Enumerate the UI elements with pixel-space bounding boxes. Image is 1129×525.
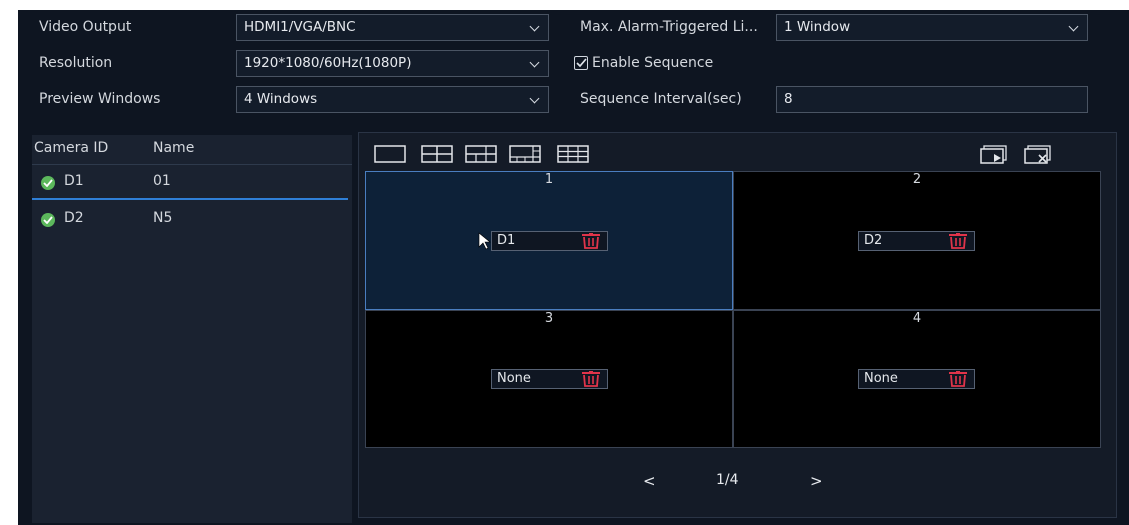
camera-id: D2 <box>64 210 84 226</box>
trash-icon[interactable] <box>948 371 968 387</box>
max-alarm-select[interactable]: 1 Window <box>776 14 1088 41</box>
channel-value: D2 <box>864 233 883 248</box>
sequence-interval-input[interactable]: 8 <box>776 86 1088 113</box>
preview-windows-value: 4 Windows <box>244 91 318 107</box>
channel-value: D1 <box>497 233 516 248</box>
max-alarm-label: Max. Alarm-Triggered Li... <box>580 19 758 35</box>
camera-name: 01 <box>153 173 171 189</box>
preview-window-3[interactable]: 3 None <box>365 310 733 448</box>
video-output-select[interactable]: HDMI1/VGA/BNC <box>236 14 549 41</box>
channel-selector[interactable]: D2 <box>858 231 975 251</box>
camera-row-d1[interactable]: D1 01 <box>32 166 352 200</box>
channel-value: None <box>864 371 898 386</box>
trash-icon[interactable] <box>581 371 601 387</box>
online-status-icon <box>41 213 55 227</box>
preview-windows-select[interactable]: 4 Windows <box>236 86 549 113</box>
chevron-down-icon <box>529 57 540 68</box>
resolution-select[interactable]: 1920*1080/60Hz(1080P) <box>236 50 549 77</box>
camera-row-d2[interactable]: D2 N5 <box>32 201 352 235</box>
window-number: 3 <box>544 311 554 326</box>
max-alarm-value: 1 Window <box>784 19 851 35</box>
camera-list-header: Camera ID Name <box>32 135 352 165</box>
resolution-label: Resolution <box>39 55 113 71</box>
trash-icon[interactable] <box>581 233 601 249</box>
selected-row-indicator <box>32 198 348 200</box>
enable-sequence-label: Enable Sequence <box>592 55 714 71</box>
video-output-value: HDMI1/VGA/BNC <box>244 19 356 35</box>
channel-selector[interactable]: None <box>491 369 608 389</box>
camera-list: Camera ID Name D1 01 D2 N5 <box>32 135 352 523</box>
sequence-interval-label: Sequence Interval(sec) <box>580 91 742 107</box>
column-camera-id: Camera ID <box>34 140 109 156</box>
online-status-icon <box>41 176 55 190</box>
chevron-down-icon <box>1068 21 1079 32</box>
trash-icon[interactable] <box>948 233 968 249</box>
check-icon <box>576 58 587 68</box>
mouse-cursor-icon <box>478 232 491 250</box>
preview-settings-panel: Video Output HDMI1/VGA/BNC Max. Alarm-Tr… <box>18 10 1129 525</box>
channel-value: None <box>497 371 531 386</box>
preview-window-2[interactable]: 2 D2 <box>733 171 1101 310</box>
eight-window-icon[interactable] <box>509 145 541 163</box>
preview-window-1[interactable]: 1 D1 <box>365 171 733 310</box>
window-number: 4 <box>912 311 922 326</box>
start-sequence-icon[interactable] <box>979 145 1013 165</box>
preview-windows-label: Preview Windows <box>39 91 161 107</box>
window-number: 1 <box>544 172 554 187</box>
column-name: Name <box>153 140 195 156</box>
clear-sequence-icon[interactable] <box>1023 145 1057 165</box>
next-page-button[interactable]: > <box>810 472 823 490</box>
page-indicator: 1/4 <box>716 472 739 488</box>
preview-layout-panel: 1 D1 2 D2 3 None 4 None < 1/4 > <box>358 132 1117 518</box>
chevron-down-icon <box>529 21 540 32</box>
camera-name: N5 <box>153 210 173 226</box>
channel-selector[interactable]: D1 <box>491 231 608 251</box>
four-window-icon[interactable] <box>421 145 453 163</box>
previous-page-button[interactable]: < <box>643 472 656 490</box>
video-output-label: Video Output <box>39 19 132 35</box>
channel-selector[interactable]: None <box>858 369 975 389</box>
window-number: 2 <box>912 172 922 187</box>
six-window-icon[interactable] <box>465 145 497 163</box>
enable-sequence-checkbox[interactable] <box>574 56 588 70</box>
nine-window-icon[interactable] <box>557 145 589 163</box>
chevron-down-icon <box>529 93 540 104</box>
camera-id: D1 <box>64 173 84 189</box>
sequence-interval-value: 8 <box>784 91 793 107</box>
single-window-icon[interactable] <box>374 145 406 163</box>
resolution-value: 1920*1080/60Hz(1080P) <box>244 55 412 71</box>
preview-window-4[interactable]: 4 None <box>733 310 1101 448</box>
